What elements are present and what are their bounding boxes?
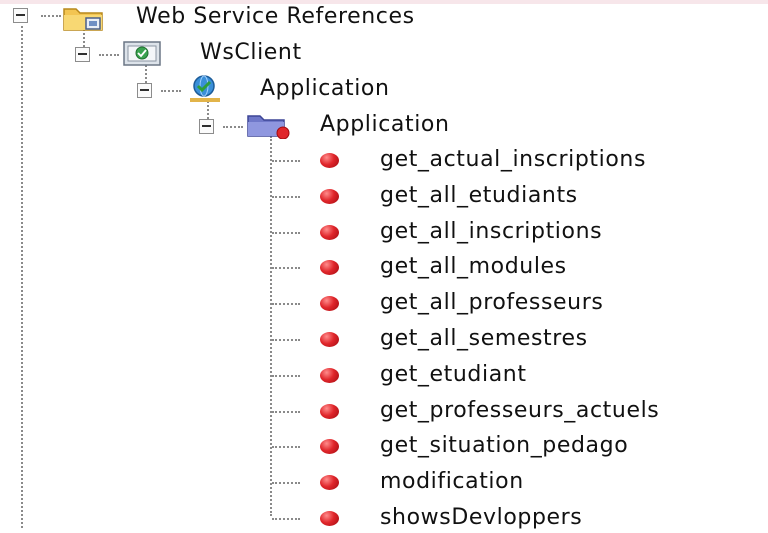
tree-line-root <box>21 26 23 528</box>
tree-line-service-h <box>161 90 181 92</box>
tree-line-client-h <box>99 54 119 56</box>
operation-bullet-icon <box>320 439 339 454</box>
operation-item[interactable]: get_all_inscriptions <box>310 217 765 247</box>
operation-bullet-icon <box>320 260 339 275</box>
operation-bullet-icon <box>320 475 339 490</box>
collapse-service-toggle[interactable] <box>137 83 152 98</box>
operation-item[interactable]: showsDevloppers <box>310 503 765 533</box>
operation-bullet-icon <box>320 332 339 347</box>
tree-line-operation-h <box>272 160 300 162</box>
operation-label: get_professeurs_actuels <box>380 398 660 423</box>
tree-node-label: Web Service References <box>136 4 415 29</box>
tree-line-operation-h <box>272 411 300 413</box>
operation-label: get_etudiant <box>380 362 527 387</box>
tree-line-operation-h <box>272 482 300 484</box>
folder-icon <box>63 8 103 31</box>
operation-label: get_actual_inscriptions <box>380 147 647 172</box>
operation-label: get_all_modules <box>380 254 567 279</box>
operation-item[interactable]: get_etudiant <box>310 360 765 390</box>
operation-item[interactable]: get_actual_inscriptions <box>310 145 765 175</box>
operation-label: showsDevloppers <box>380 505 583 530</box>
operation-bullet-icon <box>320 189 339 204</box>
tree-node-application-port[interactable]: Application <box>244 110 504 140</box>
tree-line-operation-h <box>272 303 300 305</box>
operation-item[interactable]: get_situation_pedago <box>310 431 765 461</box>
tree-line-operation-h <box>272 232 300 234</box>
operation-bullet-icon <box>320 296 339 311</box>
tree-line-operation-h <box>272 267 300 269</box>
tree-line-root-h <box>41 15 61 17</box>
port-folder-icon <box>247 115 290 139</box>
operation-label: get_all_etudiants <box>380 183 578 208</box>
tree-line-operations <box>270 136 272 516</box>
operation-bullet-icon <box>320 225 339 240</box>
operation-bullet-icon <box>320 153 339 168</box>
tree-node-label: Application <box>260 76 390 101</box>
tree-line-operation-h <box>272 518 300 520</box>
tree-line-operation-h <box>272 339 300 341</box>
web-service-tree: Web Service References WsClient Applicat… <box>0 0 768 530</box>
operation-item[interactable]: get_professeurs_actuels <box>310 396 765 426</box>
web-service-icon <box>190 75 220 102</box>
operation-label: get_all_semestres <box>380 326 588 351</box>
tree-line-operation-h <box>272 446 300 448</box>
tree-line-port-h <box>223 126 243 128</box>
operation-item[interactable]: get_all_semestres <box>310 324 765 354</box>
tree-node-label: WsClient <box>200 40 302 65</box>
collapse-port-toggle[interactable] <box>199 119 214 134</box>
tree-node-wsclient[interactable]: WsClient <box>120 38 380 68</box>
tree-node-application-service[interactable]: Application <box>182 74 442 104</box>
operation-bullet-icon <box>320 404 339 419</box>
collapse-client-toggle[interactable] <box>75 47 90 62</box>
operation-item[interactable]: get_all_professeurs <box>310 288 765 318</box>
operation-item[interactable]: get_all_modules <box>310 252 765 282</box>
operation-label: get_situation_pedago <box>380 433 629 458</box>
tree-node-web-service-references[interactable]: Web Service References <box>60 2 530 32</box>
operation-item[interactable]: modification <box>310 467 765 497</box>
operation-label: modification <box>380 469 524 494</box>
operation-bullet-icon <box>320 368 339 383</box>
tree-node-label: Application <box>320 112 450 137</box>
operation-bullet-icon <box>320 511 339 526</box>
operation-item[interactable]: get_all_etudiants <box>310 181 765 211</box>
collapse-root-toggle[interactable] <box>13 8 28 23</box>
tree-line-operation-h <box>272 375 300 377</box>
operation-label: get_all_professeurs <box>380 290 604 315</box>
operation-label: get_all_inscriptions <box>380 219 603 244</box>
web-service-client-icon <box>123 41 161 66</box>
tree-line-operation-h <box>272 196 300 198</box>
